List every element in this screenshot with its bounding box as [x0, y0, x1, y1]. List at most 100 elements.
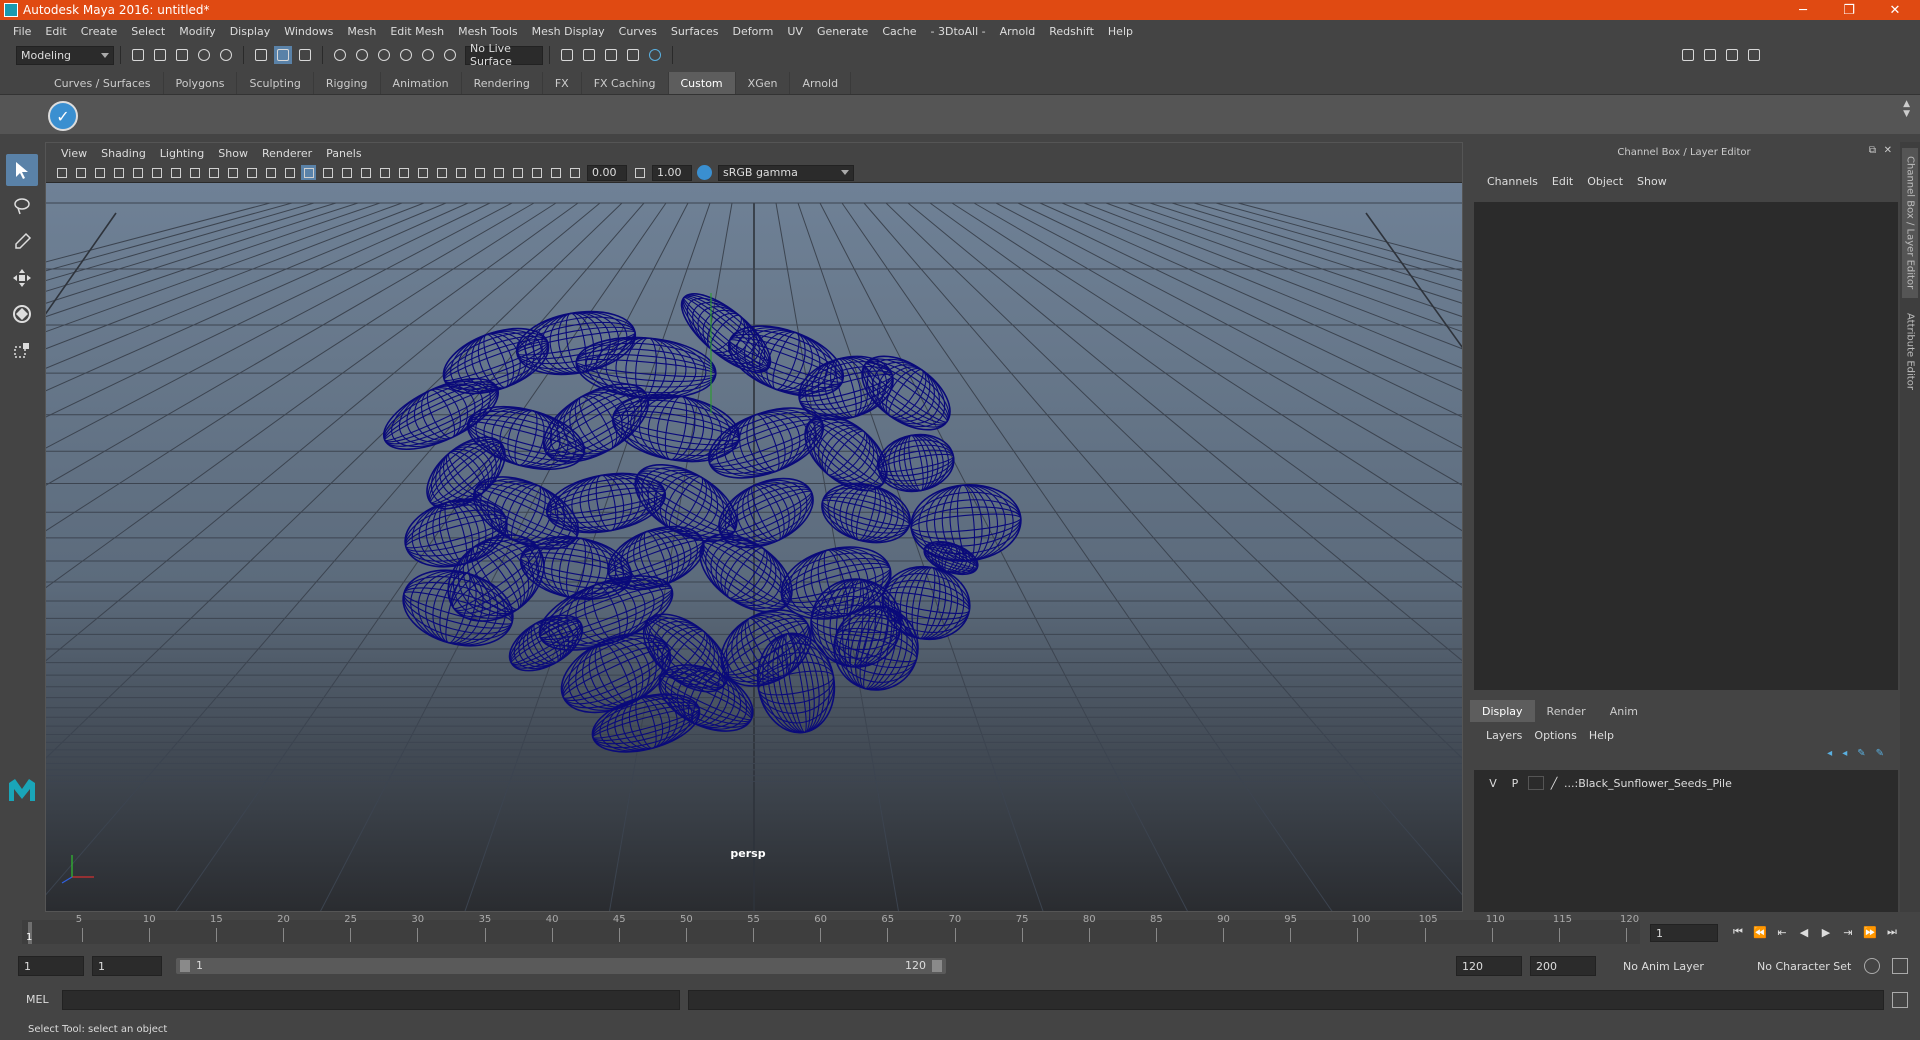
go-to-end-icon[interactable]: ⏭	[1881, 922, 1903, 942]
viewport-menu-show[interactable]: Show	[211, 147, 255, 160]
move-tool-icon[interactable]	[6, 262, 38, 294]
layer-row[interactable]: V P ╱ ...:Black_Sunflower_Seeds_Pile	[1474, 774, 1898, 792]
channel-box-area[interactable]	[1474, 202, 1898, 690]
ipr-render-icon[interactable]	[602, 46, 620, 64]
play-forwards-icon[interactable]: ▶	[1815, 922, 1837, 942]
anti-aliasing-icon[interactable]	[453, 165, 468, 180]
new-scene-icon[interactable]	[129, 46, 147, 64]
view-transform-dropdown[interactable]: sRGB gamma	[718, 164, 854, 181]
smooth-shading-icon[interactable]	[320, 165, 335, 180]
play-backwards-icon[interactable]: ◀	[1793, 922, 1815, 942]
cb-menu-channels[interactable]: Channels	[1480, 175, 1545, 188]
undo-icon[interactable]	[195, 46, 213, 64]
shelf-tab-sculpting[interactable]: Sculpting	[237, 72, 314, 94]
camera-icon[interactable]	[54, 165, 69, 180]
grid-toggle-icon[interactable]	[168, 165, 183, 180]
open-scene-icon[interactable]	[151, 46, 169, 64]
select-tool-icon[interactable]	[6, 154, 38, 186]
cb-menu-object[interactable]: Object	[1580, 175, 1630, 188]
isolate-select-icon[interactable]	[491, 165, 506, 180]
menu-arnold[interactable]: Arnold	[993, 25, 1043, 38]
new-layer-selected-icon[interactable]: ✎	[1857, 748, 1865, 759]
minimize-button[interactable]: ─	[1780, 0, 1826, 20]
close-button[interactable]: ✕	[1872, 0, 1918, 20]
menu-mesh-tools[interactable]: Mesh Tools	[451, 25, 525, 38]
script-language-toggle[interactable]: MEL	[26, 993, 49, 1006]
playback-end-field[interactable]: 120	[1456, 956, 1522, 976]
shelf-tab-polygons[interactable]: Polygons	[164, 72, 238, 94]
live-surface-field[interactable]: No Live Surface	[465, 42, 543, 68]
redo-icon[interactable]	[217, 46, 235, 64]
use-lights-icon[interactable]	[377, 165, 392, 180]
lasso-tool-icon[interactable]	[6, 190, 38, 222]
layer-playback-toggle[interactable]: P	[1506, 775, 1524, 791]
close-panel-icon[interactable]: ✕	[1884, 145, 1892, 156]
safe-title-icon[interactable]	[282, 165, 297, 180]
paint-select-tool-icon[interactable]	[6, 226, 38, 258]
le-menu-help[interactable]: Help	[1583, 729, 1620, 742]
make-live-icon[interactable]	[441, 46, 459, 64]
cb-menu-show[interactable]: Show	[1630, 175, 1674, 188]
command-input[interactable]	[62, 990, 680, 1010]
snap-grid-icon[interactable]	[331, 46, 349, 64]
camera-attributes-icon[interactable]	[73, 165, 88, 180]
attribute-editor-toggle-icon[interactable]	[1723, 46, 1741, 64]
maximize-button[interactable]: ❐	[1826, 0, 1872, 20]
xray-components-icon[interactable]	[548, 165, 563, 180]
menu-surfaces[interactable]: Surfaces	[664, 25, 726, 38]
layer-tab-display[interactable]: Display	[1470, 700, 1535, 722]
2d-pan-zoom-icon[interactable]	[130, 165, 145, 180]
menu-deform[interactable]: Deform	[725, 25, 780, 38]
bookmark-icon[interactable]	[92, 165, 107, 180]
workspace-icon[interactable]	[1679, 46, 1697, 64]
script-editor-icon[interactable]	[1892, 992, 1908, 1008]
menu-set-dropdown[interactable]: Modeling	[16, 45, 114, 65]
menu-edit-mesh[interactable]: Edit Mesh	[383, 25, 451, 38]
shelf-tab-rendering[interactable]: Rendering	[462, 72, 543, 94]
new-layer-icon[interactable]: ✎	[1876, 748, 1884, 759]
menu-mesh[interactable]: Mesh	[340, 25, 383, 38]
step-back-frame-icon[interactable]: ⇤	[1771, 922, 1793, 942]
render-view-icon[interactable]	[624, 46, 642, 64]
menu-curves[interactable]: Curves	[612, 25, 664, 38]
xray-icon[interactable]	[510, 165, 525, 180]
layer-visibility-toggle[interactable]: V	[1484, 775, 1502, 791]
viewport-menu-shading[interactable]: Shading	[94, 147, 153, 160]
gamma-field[interactable]: 1.00	[652, 164, 692, 181]
go-to-start-icon[interactable]: ⏮	[1727, 922, 1749, 942]
viewport-menu-renderer[interactable]: Renderer	[255, 147, 319, 160]
viewport-menu-view[interactable]: View	[54, 147, 94, 160]
grease-pencil-icon[interactable]	[149, 165, 164, 180]
range-start-handle[interactable]	[180, 960, 190, 972]
viewport-menu-lighting[interactable]: Lighting	[153, 147, 211, 160]
shelf-tab-custom[interactable]: Custom	[668, 72, 736, 94]
step-back-key-icon[interactable]: ⏪	[1749, 922, 1771, 942]
menu-uv[interactable]: UV	[780, 25, 810, 38]
menu-select[interactable]: Select	[124, 25, 172, 38]
exposure-icon[interactable]	[567, 165, 582, 180]
menu-modify[interactable]: Modify	[172, 25, 222, 38]
step-forward-key-icon[interactable]: ⏩	[1859, 922, 1881, 942]
layer-type-toggle[interactable]	[1528, 776, 1544, 790]
float-panel-icon[interactable]: ⧉	[1869, 145, 1876, 156]
field-chart-icon[interactable]	[244, 165, 259, 180]
layer-tab-anim[interactable]: Anim	[1598, 700, 1650, 722]
menu-windows[interactable]: Windows	[277, 25, 340, 38]
safe-action-icon[interactable]	[263, 165, 278, 180]
shadows-icon[interactable]	[396, 165, 411, 180]
layer-editor-toggle-icon[interactable]	[1745, 46, 1763, 64]
film-gate-icon[interactable]	[187, 165, 202, 180]
snap-live-icon[interactable]	[419, 46, 437, 64]
menu-3dtoall[interactable]: - 3DtoAll -	[924, 25, 993, 38]
resolution-gate-icon[interactable]	[206, 165, 221, 180]
shelf-tab-fx-caching[interactable]: FX Caching	[582, 72, 669, 94]
le-menu-layers[interactable]: Layers	[1480, 729, 1528, 742]
layer-name[interactable]: ...:Black_Sunflower_Seeds_Pile	[1564, 777, 1732, 790]
cb-menu-edit[interactable]: Edit	[1545, 175, 1580, 188]
menu-help[interactable]: Help	[1101, 25, 1140, 38]
snap-point-icon[interactable]	[375, 46, 393, 64]
save-scene-icon[interactable]	[173, 46, 191, 64]
range-end-handle[interactable]	[932, 960, 942, 972]
layer-color-swatch-icon[interactable]: ╱	[1548, 775, 1560, 791]
layer-tab-render[interactable]: Render	[1535, 700, 1598, 722]
